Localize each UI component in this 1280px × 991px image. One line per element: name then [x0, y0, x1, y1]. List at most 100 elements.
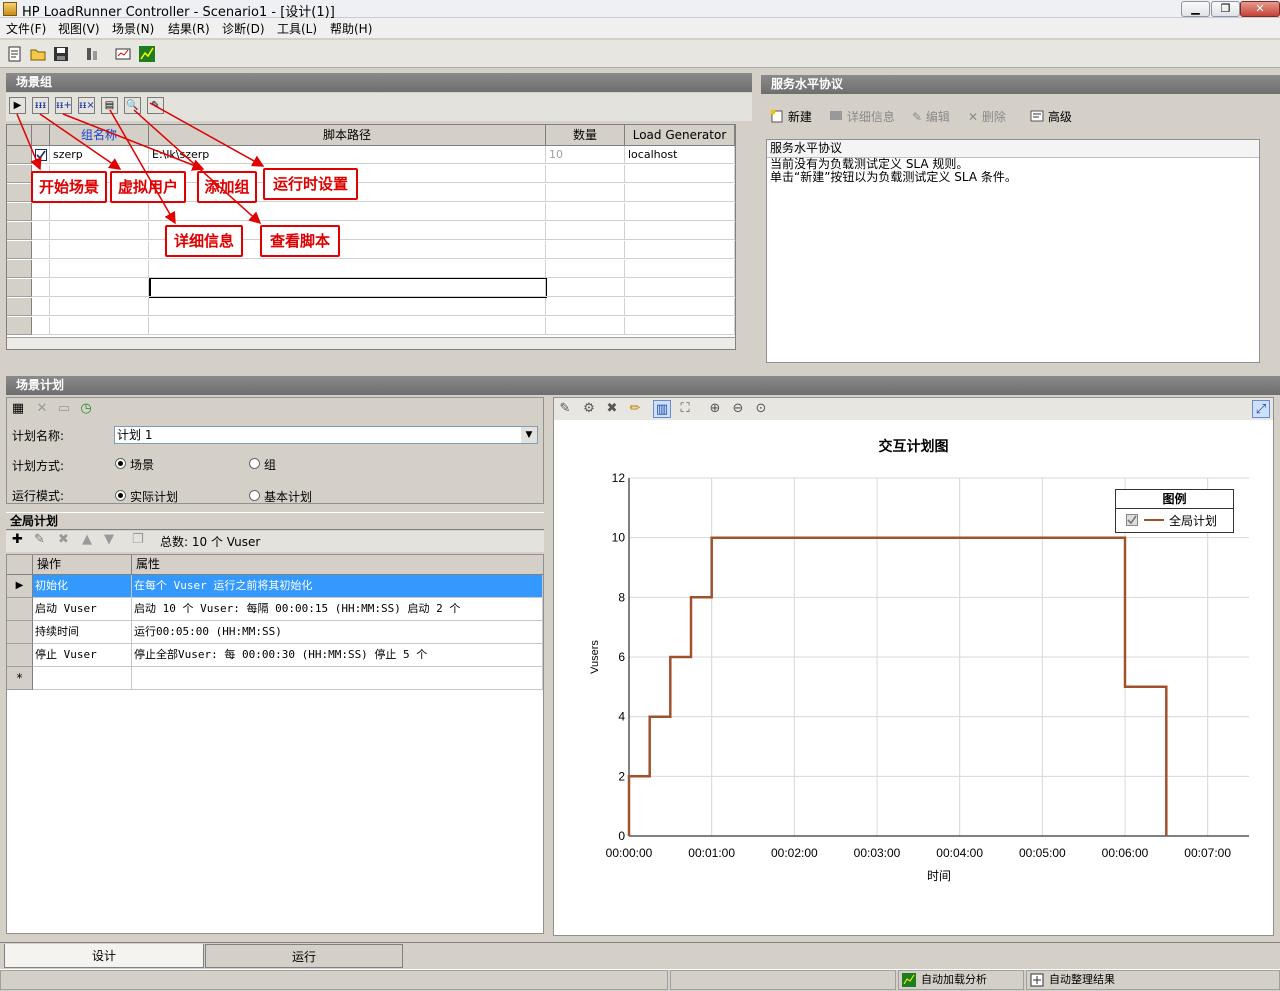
grid-cell[interactable] [546, 241, 625, 259]
add-action-icon[interactable]: ✚ [12, 532, 23, 547]
grid-cell[interactable] [625, 298, 735, 316]
delete-schedule-icon[interactable]: ✕ [34, 401, 50, 417]
edit-action-icon[interactable]: ✎ [34, 532, 45, 547]
new-schedule-icon[interactable]: ▦ [10, 401, 26, 417]
row-header[interactable] [7, 279, 32, 297]
graph-split-icon[interactable]: ⚙ [580, 400, 598, 418]
graph-pencil-icon[interactable]: ✏ [626, 400, 644, 418]
schedule-name-select[interactable]: 计划 1 ▼ [114, 426, 538, 444]
tab-run[interactable]: 运行 [205, 944, 403, 968]
zoom-reset-icon[interactable]: ⊙ [752, 400, 770, 418]
delete-action-icon[interactable]: ✖ [58, 532, 69, 547]
run-real-radio[interactable] [115, 490, 126, 501]
grid-cell[interactable] [546, 184, 625, 202]
grid-cell[interactable] [546, 298, 625, 316]
zoom-out-icon[interactable]: ⊖ [729, 400, 747, 418]
graph-edit-icon[interactable]: ✎ [556, 400, 574, 418]
action-op-cell[interactable]: 启动 Vuser [33, 598, 132, 621]
row-selector[interactable] [7, 644, 33, 667]
grid-cell[interactable] [625, 241, 735, 259]
grid-cell[interactable] [546, 279, 625, 297]
grid-cell[interactable] [625, 317, 735, 335]
zoom-in-icon[interactable]: ⊕ [706, 400, 724, 418]
sla-new-button[interactable]: 新建 [770, 108, 812, 125]
grid-cell[interactable] [32, 279, 50, 297]
grid-cell[interactable] [149, 279, 546, 297]
grid-cell[interactable] [625, 222, 735, 240]
x-axis-label: 时间 [927, 869, 951, 883]
grid-cell[interactable] [149, 317, 546, 335]
row-selector[interactable] [7, 598, 33, 621]
restore-button[interactable]: ❐ [1211, 1, 1240, 17]
action-prop-cell[interactable]: 停止全部Vuser: 每 00:00:30 (HH:MM:SS) 停止 5 个 [132, 644, 543, 667]
column-quantity[interactable]: 数量 [546, 125, 625, 146]
row-header[interactable] [7, 260, 32, 278]
graph-expand-icon[interactable]: ⤢ [1252, 400, 1270, 418]
row-selector[interactable] [7, 621, 33, 644]
grid-cell[interactable] [50, 298, 149, 316]
schedule-clock-icon[interactable]: ◷ [78, 401, 94, 417]
auto-analysis-toggle[interactable]: 自动加载分析 [898, 970, 1024, 990]
action-op-cell[interactable]: 初始化 [33, 575, 132, 598]
legend-series-label: 全局计划 [1169, 514, 1218, 528]
grid-cell[interactable] [149, 260, 546, 278]
column-operation[interactable]: 操作 [33, 555, 132, 575]
action-prop-cell[interactable]: 运行00:05:00 (HH:MM:SS) [132, 621, 543, 644]
new-row-op-cell[interactable] [33, 667, 132, 690]
new-row-prop-cell[interactable] [132, 667, 543, 690]
action-prop-cell[interactable]: 在每个 Vuser 运行之前将其初始化 [132, 575, 543, 598]
new-row-marker[interactable]: * [7, 667, 33, 690]
move-up-icon[interactable]: ▲ [82, 532, 92, 547]
auto-collate-toggle[interactable]: 自动整理结果 [1026, 970, 1280, 990]
action-op-cell[interactable]: 停止 Vuser [33, 644, 132, 667]
copy-icon[interactable]: ❐ [132, 532, 144, 547]
grid-cell[interactable] [546, 222, 625, 240]
grid-cell[interactable] [625, 165, 735, 183]
chevron-down-icon[interactable]: ▼ [521, 427, 537, 443]
grid-cell[interactable] [149, 298, 546, 316]
move-down-icon[interactable]: ▼ [104, 532, 114, 547]
grid-cell[interactable] [50, 317, 149, 335]
grid-cell[interactable] [625, 203, 735, 221]
legend-checkbox-icon[interactable] [1126, 514, 1138, 526]
grid-horizontal-scrollbar[interactable] [7, 337, 735, 349]
row-header[interactable] [7, 298, 32, 316]
minimize-button[interactable]: ▁ [1181, 1, 1210, 17]
sla-details-button[interactable]: 详细信息 [829, 108, 895, 125]
graph-delete-icon[interactable]: ✖ [603, 400, 621, 418]
rename-schedule-icon[interactable]: ▭ [56, 401, 72, 417]
grid-cell[interactable] [546, 317, 625, 335]
grid-cell[interactable] [32, 317, 50, 335]
run-mode-label: 运行模式: [12, 489, 65, 503]
mode-scenario-label: 场景 [130, 458, 155, 472]
action-op-cell[interactable]: 持续时间 [33, 621, 132, 644]
grid-cell[interactable] [50, 279, 149, 297]
graph-view-icon[interactable]: ▥ [653, 400, 671, 418]
grid-cell[interactable] [32, 260, 50, 278]
row-selector-arrow-icon[interactable]: ▶ [7, 575, 33, 598]
quantity-cell[interactable]: 10 [546, 146, 625, 164]
sla-advanced-button[interactable]: 高级 [1030, 108, 1072, 125]
grid-cell[interactable] [625, 184, 735, 202]
sla-edit-button[interactable]: ✎ 编辑 [912, 108, 950, 125]
tab-design[interactable]: 设计 [4, 944, 204, 968]
grid-cell[interactable] [50, 260, 149, 278]
sla-delete-button[interactable]: ✕ 删除 [968, 108, 1006, 125]
load-generator-cell[interactable]: localhost [625, 146, 735, 164]
grid-cell[interactable] [625, 279, 735, 297]
grid-vertical-scrollbar[interactable] [735, 125, 736, 350]
mode-scenario-radio[interactable] [115, 458, 126, 469]
grid-cell[interactable] [546, 260, 625, 278]
close-button[interactable]: ✕ [1240, 1, 1280, 17]
run-basic-radio[interactable] [249, 490, 260, 501]
column-load-generator[interactable]: Load Generator [625, 125, 735, 146]
action-prop-cell[interactable]: 启动 10 个 Vuser: 每隔 00:00:15 (HH:MM:SS) 启动… [132, 598, 543, 621]
grid-cell[interactable] [546, 165, 625, 183]
column-property[interactable]: 属性 [132, 555, 543, 575]
grid-cell[interactable] [546, 203, 625, 221]
grid-cell[interactable] [32, 298, 50, 316]
row-header[interactable] [7, 317, 32, 335]
mode-group-radio[interactable] [249, 458, 260, 469]
grid-cell[interactable] [625, 260, 735, 278]
graph-fit-icon[interactable]: ⛶ [676, 400, 694, 418]
